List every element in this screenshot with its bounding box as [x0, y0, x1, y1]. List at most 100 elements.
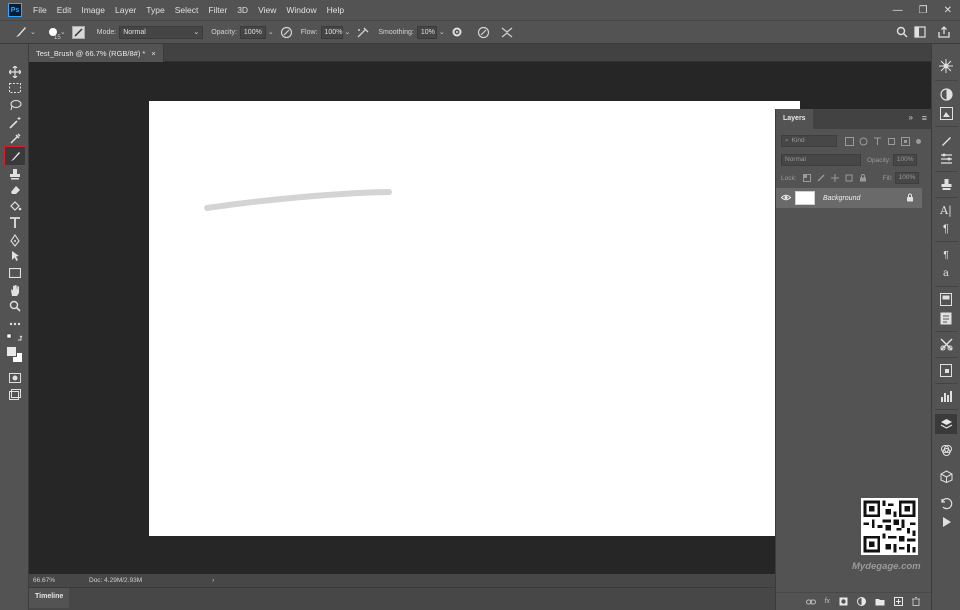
layer-mask-icon[interactable]: [839, 597, 848, 606]
rectangle-tool-icon[interactable]: [7, 265, 23, 281]
menu-window[interactable]: Window: [281, 0, 321, 20]
move-tool-icon[interactable]: [7, 64, 23, 80]
magic-wand-tool-icon[interactable]: [7, 114, 23, 130]
symmetry-icon[interactable]: [500, 26, 514, 39]
flow-input[interactable]: 100%: [320, 25, 343, 39]
tools-preset-icon[interactable]: [938, 336, 954, 352]
workspace-icon[interactable]: [914, 26, 928, 38]
layer-style-icon[interactable]: fx: [825, 598, 830, 605]
document-canvas[interactable]: [149, 101, 800, 536]
character-panel-icon[interactable]: A|: [938, 202, 954, 218]
paragraph-panel-icon[interactable]: ¶: [938, 221, 954, 237]
timeline-tab[interactable]: Timeline: [29, 588, 70, 608]
brush-tool-preset-icon[interactable]: [14, 25, 28, 39]
screen-mode-icon[interactable]: [7, 386, 23, 402]
preset-dropdown-arrow[interactable]: ⌄: [30, 28, 36, 36]
eye-icon[interactable]: [780, 194, 792, 203]
panel-menu-button[interactable]: ≡: [922, 113, 927, 123]
airbrush-icon[interactable]: [356, 26, 370, 39]
eyedropper-tool-icon[interactable]: [7, 130, 23, 146]
status-menu-arrow[interactable]: ›: [212, 577, 214, 584]
marquee-tool-icon[interactable]: [7, 80, 23, 96]
foreground-color-swatch[interactable]: [6, 346, 17, 357]
navigator-panel-icon[interactable]: [938, 362, 954, 378]
paragraph-styles-icon[interactable]: ¶: [938, 247, 954, 263]
histogram-panel-icon[interactable]: [938, 388, 954, 404]
gear-icon[interactable]: [451, 26, 463, 38]
flow-slider-arrow[interactable]: ⌄: [345, 28, 351, 36]
filter-toggle-icon[interactable]: [916, 138, 921, 144]
restore-button[interactable]: ❐: [919, 5, 928, 16]
path-selection-tool-icon[interactable]: [7, 248, 23, 264]
smoothing-input[interactable]: 10%: [416, 25, 437, 39]
actions-panel-icon[interactable]: [938, 514, 954, 530]
menu-select[interactable]: Select: [170, 0, 204, 20]
share-icon[interactable]: [938, 26, 950, 38]
stamp-tool-icon[interactable]: [7, 166, 23, 182]
filter-type-icons[interactable]: [845, 136, 910, 146]
menu-edit[interactable]: Edit: [52, 0, 77, 20]
channels-panel-icon[interactable]: [938, 442, 954, 458]
new-layer-icon[interactable]: [894, 597, 903, 606]
adjustment-layer-icon[interactable]: [857, 597, 866, 606]
search-icon[interactable]: [896, 26, 908, 38]
history-panel-icon[interactable]: [938, 495, 954, 511]
character-styles-icon[interactable]: a: [938, 265, 954, 281]
type-tool-icon[interactable]: [7, 215, 23, 231]
brush-settings-icon[interactable]: [938, 132, 954, 148]
layers-tab[interactable]: Layers: [776, 109, 813, 129]
clone-source-icon[interactable]: [938, 176, 954, 192]
more-tools-icon[interactable]: [7, 316, 23, 332]
properties-panel-icon[interactable]: [938, 291, 954, 307]
hand-tool-icon[interactable]: [7, 282, 23, 298]
menu-help[interactable]: Help: [322, 0, 349, 20]
mode-select[interactable]: Normal ⌄: [119, 25, 204, 39]
layer-row-background[interactable]: Background: [776, 188, 922, 208]
layer-opacity-input[interactable]: 100%: [892, 154, 917, 166]
lock-icon[interactable]: [906, 193, 914, 204]
paint-bucket-tool-icon[interactable]: [7, 198, 23, 214]
brushes-panel-icon[interactable]: [938, 150, 954, 166]
minimize-button[interactable]: —: [893, 5, 903, 16]
menu-filter[interactable]: Filter: [203, 0, 232, 20]
document-tab[interactable]: Test_Brush @ 66.7% (RGB/8#) * ×: [29, 44, 164, 62]
color-panel-icon[interactable]: [938, 58, 954, 74]
collapse-panel-button[interactable]: »: [909, 113, 913, 122]
layer-fill-input[interactable]: 100%: [894, 172, 919, 184]
3d-panel-icon[interactable]: [938, 468, 954, 484]
menu-file[interactable]: File: [28, 0, 52, 20]
info-panel-icon[interactable]: [938, 310, 954, 326]
opacity-input[interactable]: 100%: [239, 25, 266, 39]
blend-mode-select[interactable]: Normal: [781, 154, 861, 166]
pressure-size-icon[interactable]: [477, 26, 490, 39]
lasso-tool-icon[interactable]: [7, 97, 23, 113]
trash-icon[interactable]: [912, 597, 920, 606]
menu-3d[interactable]: 3D: [232, 0, 253, 20]
pen-tool-icon[interactable]: [7, 232, 23, 248]
color-swatches[interactable]: [5, 345, 25, 365]
brush-settings-panel-icon[interactable]: [71, 25, 85, 39]
lock-icons[interactable]: [802, 174, 867, 182]
layer-name[interactable]: Background: [823, 195, 860, 202]
eraser-tool-icon[interactable]: [7, 182, 23, 198]
folder-icon[interactable]: [875, 598, 885, 606]
swap-colors-icon[interactable]: [7, 332, 23, 342]
layer-kind-filter[interactable]: ⌕ Kind: [781, 135, 837, 147]
close-icon[interactable]: ×: [151, 49, 155, 58]
brush-tool-icon[interactable]: [4, 146, 26, 166]
link-layers-icon[interactable]: [805, 598, 816, 606]
menu-view[interactable]: View: [253, 0, 281, 20]
libraries-panel-icon[interactable]: [938, 105, 954, 121]
menu-layer[interactable]: Layer: [110, 0, 141, 20]
layers-panel-icon[interactable]: [935, 414, 957, 434]
smoothing-slider-arrow[interactable]: ⌄: [439, 28, 445, 36]
zoom-tool-icon[interactable]: [7, 298, 23, 314]
menu-type[interactable]: Type: [141, 0, 169, 20]
quick-mask-icon[interactable]: [7, 370, 23, 386]
pressure-opacity-icon[interactable]: [280, 26, 293, 39]
zoom-level[interactable]: 66.67%: [33, 577, 83, 584]
opacity-slider-arrow[interactable]: ⌄: [268, 28, 274, 36]
close-button[interactable]: ✕: [944, 5, 952, 16]
menu-image[interactable]: Image: [76, 0, 110, 20]
adjustments-panel-icon[interactable]: [938, 86, 954, 102]
